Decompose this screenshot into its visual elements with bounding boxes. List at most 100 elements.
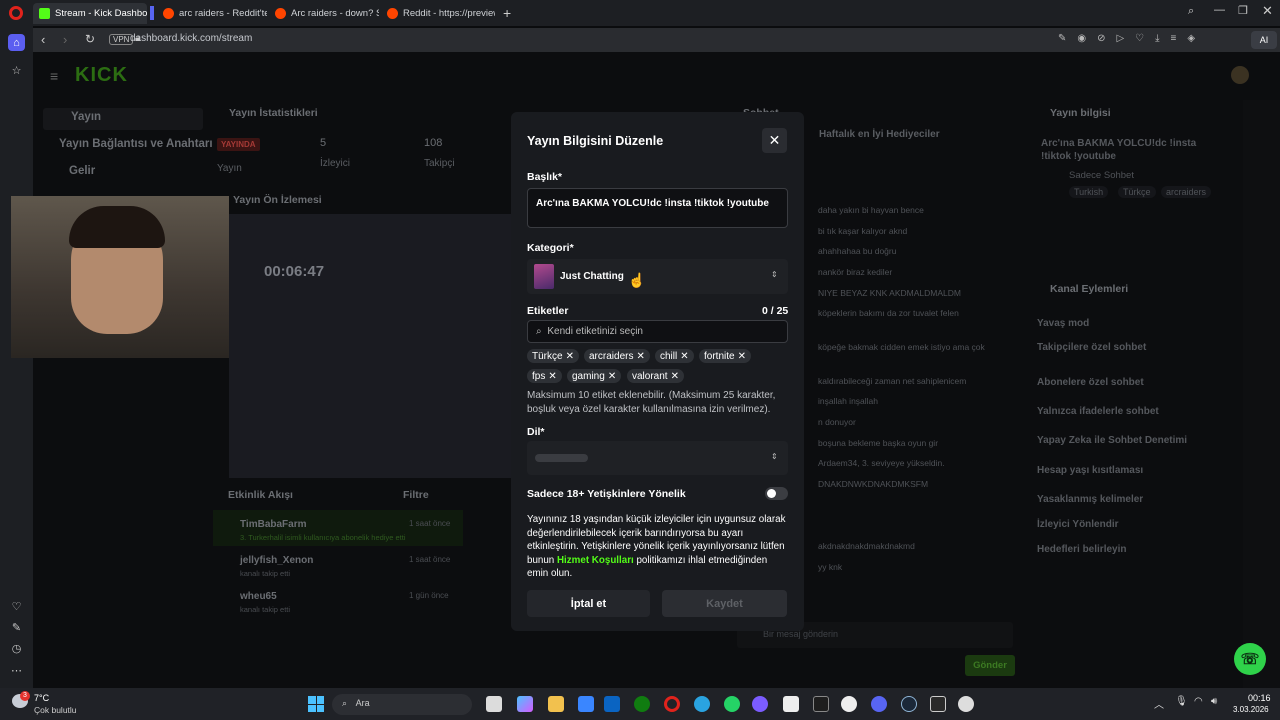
close-window-icon[interactable]: ✕: [1262, 3, 1273, 19]
language-select[interactable]: ⇕: [527, 441, 788, 475]
headset-icon[interactable]: [752, 696, 768, 712]
file-explorer-icon[interactable]: [548, 696, 564, 712]
category-select[interactable]: Just Chatting ⇕: [527, 259, 788, 294]
save-button[interactable]: Kaydet: [662, 590, 787, 617]
activity-time: 1 saat önce: [409, 555, 451, 564]
tag-remove-icon[interactable]: ✕: [636, 351, 644, 362]
kick-logo[interactable]: KICK: [75, 64, 128, 87]
tab-arc-raiders-down[interactable]: Arc raiders - down? Server: [269, 3, 379, 24]
tags-count: 0 / 25: [762, 305, 789, 317]
clock-time[interactable]: 00:16: [1248, 693, 1271, 703]
nav-item-stream[interactable]: Yayın: [71, 111, 101, 123]
opera-taskbar-icon[interactable]: [664, 696, 680, 712]
steam-icon[interactable]: [901, 696, 917, 712]
new-tab-icon[interactable]: +: [503, 5, 511, 21]
activity-filter-button[interactable]: Filtre: [403, 489, 429, 501]
chat-send-button[interactable]: Gönder: [965, 655, 1015, 676]
history-icon[interactable]: ◷: [8, 640, 25, 657]
action-banned-words[interactable]: Yasaklanmış kelimeler: [1037, 494, 1143, 505]
adult-toggle[interactable]: [765, 487, 788, 500]
action-raid[interactable]: İzleyici Yönlendir: [1037, 519, 1119, 530]
tag-chip[interactable]: Türkçe ✕: [527, 349, 579, 363]
telegram-icon[interactable]: [694, 696, 710, 712]
action-emote-chat[interactable]: Yalnızca ifadelerle sohbet: [1037, 406, 1159, 417]
windows-start-icon[interactable]: [308, 696, 324, 712]
action-account-age[interactable]: Hesap yaşı kısıtlaması: [1037, 465, 1143, 476]
search-tabs-icon[interactable]: ⌕: [1188, 5, 1194, 18]
wifi-icon[interactable]: ◠: [1194, 696, 1203, 707]
app-icon[interactable]: [813, 696, 829, 712]
cancel-button[interactable]: İptal et: [527, 590, 650, 617]
outlook-icon[interactable]: [604, 696, 620, 712]
action-goals[interactable]: Hedefleri belirleyin: [1037, 544, 1126, 555]
start-tile: [316, 696, 324, 704]
more-icon[interactable]: ⋯: [8, 662, 25, 679]
tray-chevron-icon[interactable]: ︿: [1154, 696, 1164, 711]
close-icon[interactable]: ✕: [762, 128, 787, 153]
tab-kick-dashboard[interactable]: Stream - Kick Dashboard: [33, 3, 147, 24]
opera-logo-icon[interactable]: [9, 6, 23, 20]
discord-icon[interactable]: [871, 696, 887, 712]
store-icon[interactable]: [578, 696, 594, 712]
forward-icon[interactable]: ›: [63, 32, 67, 47]
url-input[interactable]: dashboard.kick.com/stream: [130, 33, 252, 44]
title-input[interactable]: Arc'ına BAKMA YOLCU!dc !insta !tiktok !y…: [527, 188, 788, 228]
maximize-window-icon[interactable]: ❐: [1238, 4, 1248, 17]
clock-date[interactable]: 3.03.2026: [1233, 705, 1269, 714]
nav-item-revenue[interactable]: Gelir: [69, 165, 95, 177]
info-tag: Türkçe: [1118, 186, 1156, 198]
stat-followers-value: 108: [424, 137, 443, 149]
copilot-icon[interactable]: [517, 696, 533, 712]
tag-remove-icon[interactable]: ✕: [738, 351, 746, 362]
stat-label-stream: Yayın: [217, 163, 242, 174]
heart-icon[interactable]: ♡: [8, 598, 25, 615]
taskbar-search[interactable]: ⌕ Ara: [332, 694, 472, 715]
tool-rail: [1243, 100, 1280, 690]
action-followers-chat[interactable]: Takipçilere özel sohbet: [1037, 342, 1146, 353]
reload-icon[interactable]: ↻: [85, 32, 95, 46]
tag-chip[interactable]: chill ✕: [655, 349, 694, 363]
tags-hint: Maksimum 10 etiket eklenebilir. (Maksimu…: [527, 390, 776, 415]
tag-remove-icon[interactable]: ✕: [566, 351, 574, 362]
tag-chip[interactable]: valorant ✕: [627, 369, 684, 383]
home-icon[interactable]: ⌂: [8, 34, 25, 51]
tag-remove-icon[interactable]: ✕: [608, 371, 616, 382]
chat-line: daha yakın bi hayvan bence: [818, 205, 924, 215]
tab-reddit-preview[interactable]: Reddit - https://preview.re: [381, 3, 495, 24]
action-subscribers-chat[interactable]: Abonelere özel sohbet: [1037, 377, 1144, 388]
tag-chip[interactable]: fps ✕: [527, 369, 562, 383]
volume-icon[interactable]: 🔊︎: [1211, 696, 1217, 707]
star-icon[interactable]: ☆: [8, 62, 25, 79]
back-icon[interactable]: ‹: [41, 32, 45, 47]
info-stream-title: Arc'ına BAKMA YOLCU!dc !insta !tiktok !y…: [1041, 138, 1197, 162]
nav-stream[interactable]: [43, 108, 203, 130]
epic-games-icon[interactable]: [930, 696, 946, 712]
action-ai-moderation[interactable]: Yapay Zeka ile Sohbet Denetimi: [1037, 435, 1187, 446]
github-icon[interactable]: [841, 696, 857, 712]
avatar[interactable]: [1231, 66, 1249, 84]
xbox-icon[interactable]: [634, 696, 650, 712]
edit-icon[interactable]: ✎: [8, 619, 25, 636]
tag-chip[interactable]: gaming ✕: [567, 369, 622, 383]
tag-remove-icon[interactable]: ✕: [680, 351, 688, 362]
action-slow-mode[interactable]: Yavaş mod: [1037, 318, 1089, 329]
minimize-window-icon[interactable]: —: [1214, 4, 1225, 16]
activity-text: 3. Turkerhalil isimli kullanıcıya abonel…: [240, 533, 406, 542]
support-chat-button[interactable]: ☏: [1234, 643, 1266, 675]
capcut-icon[interactable]: [783, 696, 799, 712]
arc-raiders-icon[interactable]: [958, 696, 974, 712]
tag-remove-icon[interactable]: ✕: [548, 371, 556, 382]
hamburger-menu-icon[interactable]: ≡: [50, 68, 58, 84]
whatsapp-icon[interactable]: [724, 696, 740, 712]
task-view-icon[interactable]: [486, 696, 502, 712]
tags-search-input[interactable]: ⌕ Kendi etiketinizi seçin: [527, 320, 788, 343]
nav-item-stream-key[interactable]: Yayın Bağlantısı ve Anahtarı: [59, 138, 213, 150]
tag-chip[interactable]: fortnite ✕: [699, 349, 751, 363]
terms-link[interactable]: Hizmet Koşulları: [557, 555, 634, 566]
tag-chip[interactable]: arcraiders ✕: [584, 349, 650, 363]
tag-remove-icon[interactable]: ✕: [671, 371, 679, 382]
ai-button[interactable]: AI: [1251, 31, 1277, 49]
tab-reddit-search[interactable]: arc raiders - Reddit'te ara: [157, 3, 267, 24]
reddit-favicon-icon: [163, 8, 174, 19]
mic-icon[interactable]: 🎙︎: [1175, 696, 1188, 707]
